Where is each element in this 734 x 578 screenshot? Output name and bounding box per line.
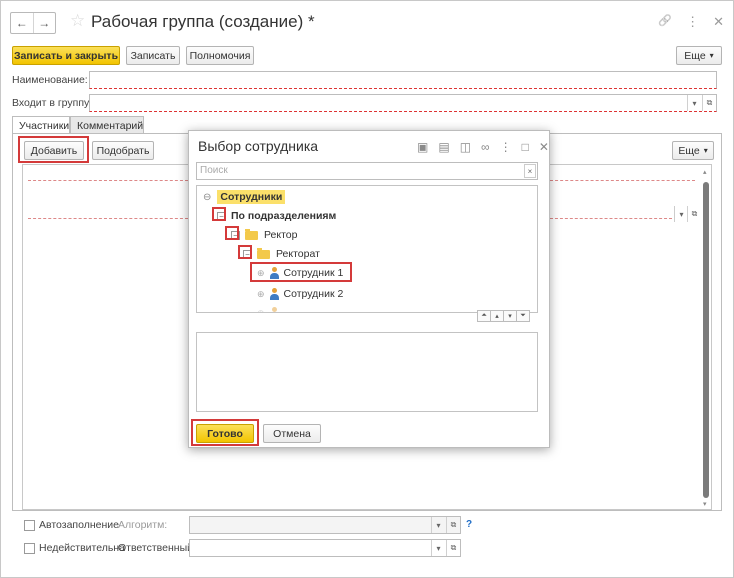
scrollbar-thumb[interactable] [703,182,709,498]
tree-item[interactable]: − Ректор [231,226,297,244]
search-input[interactable] [196,162,538,180]
scroll-up-icon[interactable]: ▴ [703,168,707,176]
pick-button[interactable]: Подобрать [92,141,154,160]
tree-item-label: Ректор [264,229,298,241]
row-separator [28,180,188,181]
tree-item-partial: ⊕ [257,304,284,313]
dropdown-arrow-icon: ▾ [709,51,714,60]
tree-item-label: По подразделениям [231,210,337,222]
highlight-expand-3 [238,245,252,259]
dialog-toolbar-icons: ▣ ▤ ◫ ∞ ⋮ □ ✕ [417,140,549,154]
search-clear-icon[interactable]: × [524,164,536,178]
highlight-done-button [191,419,259,446]
algorithm-open-icon[interactable]: ⧉ [446,517,460,533]
cancel-button[interactable]: Отмена [263,424,321,443]
scroll-down-icon[interactable]: ▾ [703,500,707,508]
down-icon[interactable]: ▾ [503,310,517,322]
autofill-label: Автозаполнение [39,519,119,531]
highlight-expand-1 [212,207,226,221]
expand-icon: ⊕ [257,307,265,313]
tree-item-label: Ректорат [276,248,320,260]
participants-more-label: Еще [678,144,700,157]
close-icon[interactable]: ✕ [713,14,724,30]
folder-icon [257,247,270,259]
responsible-open-icon[interactable]: ⧉ [446,540,460,556]
last-icon[interactable]: ⏷ [516,310,530,322]
name-input[interactable] [89,71,717,89]
more-button[interactable]: Еще ▾ [676,46,722,65]
tree-item-label: Сотрудники [217,190,286,204]
responsible-dropdown-icon[interactable]: ▾ [431,540,445,556]
collapse-icon[interactable]: ⊖ [203,192,211,203]
link-icon[interactable]: 🔗 [658,14,672,30]
highlight-employee-1 [250,262,352,282]
more-menu-icon[interactable]: ⋮ [686,14,699,30]
up-icon[interactable]: ▴ [490,310,504,322]
save-icon[interactable]: ▣ [417,140,428,154]
save-button[interactable]: Записать [126,46,180,65]
responsible-label: Ответственный: [118,542,196,554]
employee-icon [269,307,279,312]
tree-item[interactable]: − Ректорат [243,245,320,263]
save-and-close-button[interactable]: Записать и закрыть [12,46,120,65]
preview-icon[interactable]: ◫ [460,140,471,154]
selected-list [196,332,538,412]
back-icon[interactable]: ← [11,13,33,33]
window-controls: 🔗 ⋮ ✕ [658,14,724,30]
favorite-star-icon[interactable]: ☆ [70,11,85,31]
invalid-checkbox[interactable] [24,543,35,554]
search-placeholder: Поиск [200,165,228,176]
print-icon[interactable]: ▤ [438,140,449,154]
more-menu-icon[interactable]: ⋮ [500,140,512,154]
tab-participants[interactable]: Участники [12,116,70,134]
page-title: Рабочая группа (создание) * [91,12,315,31]
algorithm-dropdown-icon[interactable]: ▾ [431,517,445,533]
history-nav: ← → [10,12,56,34]
name-label: Наименование: [12,74,88,86]
help-icon[interactable]: ? [466,519,472,530]
first-icon[interactable]: ⏶ [477,310,491,322]
link-icon[interactable]: ∞ [481,140,490,154]
forward-icon[interactable]: → [32,13,56,33]
dropdown-arrow-icon: ▾ [703,146,708,155]
tree-item[interactable]: ⊖ Сотрудники [203,188,286,206]
invalid-label: Недействительна [39,542,125,554]
participants-more-button[interactable]: Еще ▾ [672,141,714,160]
permissions-button[interactable]: Полномочия [186,46,254,65]
responsible-input[interactable] [189,539,461,557]
tab-comment[interactable]: Комментарий [70,116,144,134]
algorithm-input[interactable] [189,516,461,534]
employee-icon [269,288,279,300]
tree-item[interactable]: ⊕ Сотрудник 2 [257,285,343,303]
row-separator [28,218,188,219]
highlight-add-button [18,136,89,163]
dialog-title: Выбор сотрудника [198,138,319,154]
row-separator [550,180,695,181]
row-open-icon[interactable]: ⧉ [687,206,701,222]
tree-nav-buttons: ⏶ ▴ ▾ ⏷ [477,310,530,322]
row-separator [550,218,672,219]
close-icon[interactable]: ✕ [539,140,549,154]
expand-icon[interactable]: ⊕ [257,289,265,300]
group-label: Входит в группу: [12,97,93,109]
maximize-icon[interactable]: □ [522,140,529,154]
tree-item[interactable]: − По подразделениям [217,207,336,225]
tree-item-label: Сотрудник 2 [283,288,344,300]
algorithm-label: Алгоритм: [118,519,168,531]
row-dropdown-icon[interactable]: ▾ [674,206,688,222]
highlight-expand-2 [225,226,239,240]
group-input[interactable] [89,94,717,112]
group-dropdown-icon[interactable]: ▾ [687,95,701,111]
more-button-label: Еще [684,49,706,62]
autofill-checkbox[interactable] [24,520,35,531]
folder-icon [245,228,258,240]
group-open-icon[interactable]: ⧉ [702,95,716,111]
